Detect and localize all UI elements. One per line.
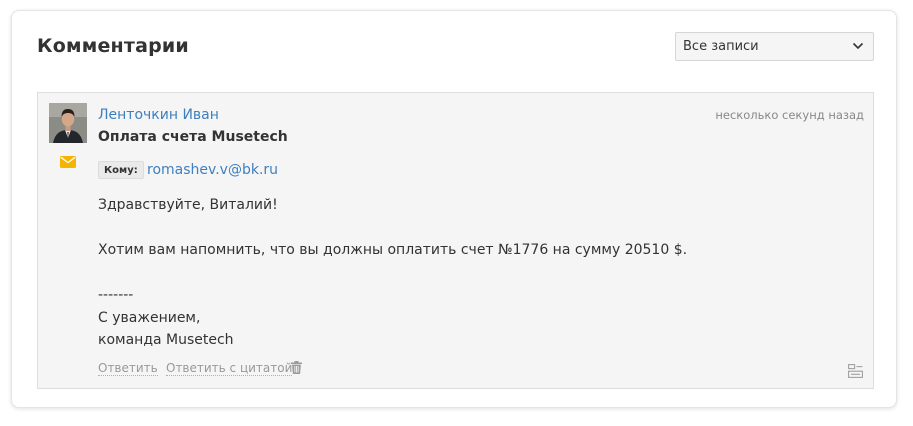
chevron-down-icon bbox=[852, 42, 864, 50]
body-line: С уважением, bbox=[98, 309, 201, 326]
reply-with-quote-link[interactable]: Ответить с цитатой bbox=[166, 361, 293, 376]
comments-card: Комментарии Все записи Ленточкин Иван не… bbox=[11, 10, 897, 408]
reply-link[interactable]: Ответить bbox=[98, 361, 158, 376]
details-icon[interactable] bbox=[848, 364, 863, 378]
section-title: Комментарии bbox=[37, 35, 189, 57]
avatar[interactable] bbox=[49, 103, 87, 143]
recipient-label: Кому: bbox=[98, 161, 144, 179]
comment-author-link[interactable]: Ленточкин Иван bbox=[98, 107, 219, 123]
body-line: Хотим вам напомнить, что вы должны оплат… bbox=[98, 242, 688, 258]
body-line bbox=[98, 217, 858, 240]
body-line: команда Musetech bbox=[98, 332, 234, 348]
envelope-icon bbox=[60, 156, 76, 168]
body-line: ------- bbox=[98, 287, 134, 303]
trash-icon[interactable] bbox=[291, 361, 302, 374]
comment-item: Ленточкин Иван несколько секунд назад Оп… bbox=[37, 92, 874, 389]
comments-filter-select[interactable]: Все записи bbox=[675, 32, 874, 61]
email-subject: Оплата счета Musetech bbox=[98, 129, 288, 145]
body-line bbox=[98, 262, 858, 285]
body-line: Здравствуйте, Виталий! bbox=[98, 197, 278, 213]
filter-selected-value: Все записи bbox=[683, 39, 759, 54]
email-body: Здравствуйте, Виталий! Хотим вам напомни… bbox=[98, 194, 858, 352]
recipient-email-link[interactable]: romashev.v@bk.ru bbox=[147, 162, 278, 178]
comment-timestamp: несколько секунд назад bbox=[715, 108, 864, 122]
